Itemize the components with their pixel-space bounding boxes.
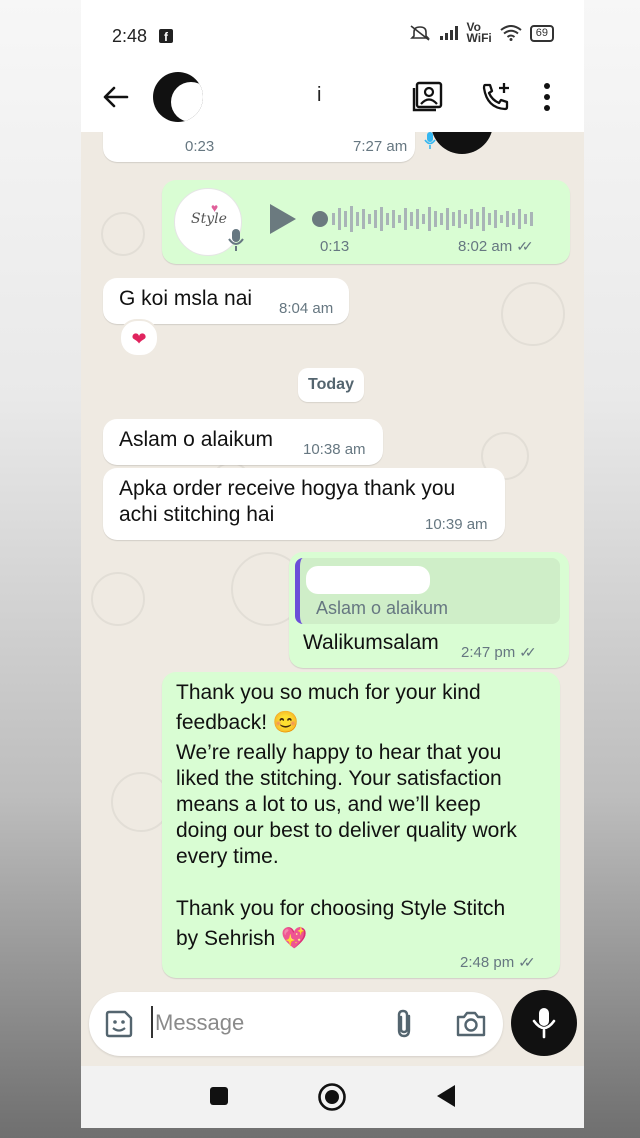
sticker-icon — [105, 1010, 133, 1038]
mute-icon — [409, 25, 430, 41]
phone-screen: 2:48 f Vo WiFi 69 i 0:23 7:27 am Style ♥… — [81, 0, 584, 1128]
sticker-button[interactable] — [103, 1008, 135, 1045]
message-incoming[interactable]: Aslam o alaikum 10:38 am — [103, 419, 383, 465]
text-cursor — [151, 1006, 153, 1038]
date-chip: Today — [298, 368, 364, 402]
add-call-button[interactable] — [479, 80, 513, 119]
nav-back-icon — [437, 1085, 455, 1107]
gallery-icon — [412, 81, 443, 112]
message-time: 8:02 am — [458, 238, 513, 255]
heart-reaction-icon[interactable]: ❤ — [119, 319, 159, 357]
contact-avatar[interactable] — [153, 72, 203, 122]
message-text-line: by Sehrish 💖 — [176, 927, 308, 950]
status-icons: Vo WiFi 69 — [409, 20, 554, 45]
message-time: 8:04 am — [279, 300, 334, 317]
message-text-line: Thank you so much for your kind — [176, 681, 481, 704]
message-text-line: We’re really happy to hear that you — [176, 741, 502, 764]
voice-duration: 0:13 — [320, 238, 350, 255]
message-text-line: doing our best to deliver quality work — [176, 819, 517, 842]
message-text: Aslam o alaikum — [119, 428, 274, 451]
more-vert-icon — [544, 83, 550, 111]
voice-record-button[interactable] — [511, 990, 577, 1056]
message-outgoing-reply[interactable]: Aslam o alaikum Walikumsalam 2:47 pm ✓✓ — [289, 552, 569, 668]
nav-home-icon — [318, 1083, 346, 1111]
message-text-line: every time. — [176, 845, 279, 868]
quoted-sender-redacted — [306, 566, 430, 594]
message-meta: 8:02 am ✓✓ — [458, 238, 534, 255]
facebook-notification-icon: f — [159, 29, 173, 44]
camera-icon — [456, 1011, 486, 1037]
message-outgoing[interactable]: Thank you so much for your kind feedback… — [162, 672, 560, 978]
chat-area[interactable]: 0:23 7:27 am Style ♥ 0:13 8:02 am ✓✓ G k… — [81, 132, 584, 994]
nav-recents-button[interactable] — [209, 1086, 229, 1111]
message-composer: Message — [89, 992, 503, 1056]
message-text-line: Thank you for choosing Style Stitch — [176, 897, 506, 920]
battery-indicator: 69 — [529, 24, 554, 42]
message-incoming[interactable]: Apka order receive hogya thank you achi … — [103, 468, 505, 540]
voice-message[interactable]: Style ♥ 0:13 8:02 am ✓✓ — [162, 180, 570, 264]
play-button[interactable] — [266, 202, 298, 241]
waveform-graphic — [312, 206, 533, 232]
message-text: Walikumsalam — [303, 631, 439, 654]
message-text-line: liked the stitching. Your satisfaction — [176, 767, 502, 790]
system-nav-bar — [81, 1066, 584, 1128]
mic-icon — [228, 229, 244, 251]
nav-back-button[interactable] — [435, 1084, 457, 1113]
status-bar: 2:48 f Vo WiFi 69 — [81, 0, 584, 66]
message-time: 10:39 am — [425, 516, 488, 533]
quoted-text: Aslam o alaikum — [316, 598, 449, 618]
vowifi-label: Vo WiFi — [466, 20, 492, 45]
voice-waveform[interactable] — [312, 204, 542, 234]
message-time: 7:27 am — [353, 138, 408, 155]
nav-square-icon — [210, 1087, 228, 1105]
attach-button[interactable] — [393, 1008, 415, 1045]
message-text: G koi msla nai — [119, 287, 253, 310]
back-arrow-icon — [103, 86, 129, 108]
message-meta: 2:48 pm ✓✓ — [460, 954, 536, 971]
message-time: 2:47 pm — [461, 644, 516, 661]
wifi-icon — [500, 25, 522, 41]
avatar-partial — [431, 132, 493, 154]
status-time: 2:48 — [112, 26, 148, 46]
more-options-button[interactable] — [541, 80, 553, 119]
back-button[interactable] — [101, 82, 131, 117]
read-ticks-icon: ✓✓ — [516, 238, 534, 254]
message-meta: 2:47 pm ✓✓ — [461, 644, 537, 661]
signal-icon — [439, 26, 458, 40]
message-text-line: Apka order receive hogya thank you — [119, 477, 456, 500]
message-time: 2:48 pm — [460, 954, 515, 971]
message-body: Thank you so much for your kind feedback… — [176, 680, 517, 952]
message-text-line: means a lot to us, and we’ll keep — [176, 793, 481, 816]
chat-header: i — [81, 66, 584, 132]
attach-icon — [397, 1009, 411, 1038]
message-time: 10:38 am — [303, 441, 366, 458]
nav-home-button[interactable] — [317, 1082, 347, 1117]
play-icon — [270, 204, 296, 234]
message-text-line: feedback! 😊 — [176, 711, 300, 734]
camera-button[interactable] — [455, 1009, 487, 1044]
add-call-icon — [482, 83, 509, 111]
message-incoming[interactable]: G koi msla nai 8:04 am — [103, 278, 349, 324]
voice-message-previous[interactable]: 0:23 7:27 am — [103, 132, 415, 162]
contact-name[interactable]: i — [317, 84, 321, 107]
quoted-message[interactable]: Aslam o alaikum — [295, 558, 560, 624]
message-text-line: achi stitching hai — [119, 503, 275, 526]
mic-icon — [532, 1008, 556, 1039]
message-input[interactable]: Message — [155, 1010, 244, 1036]
voice-duration: 0:23 — [185, 138, 215, 155]
gallery-button[interactable] — [411, 80, 445, 119]
read-ticks-icon: ✓✓ — [519, 644, 537, 660]
read-ticks-icon: ✓✓ — [518, 954, 536, 970]
